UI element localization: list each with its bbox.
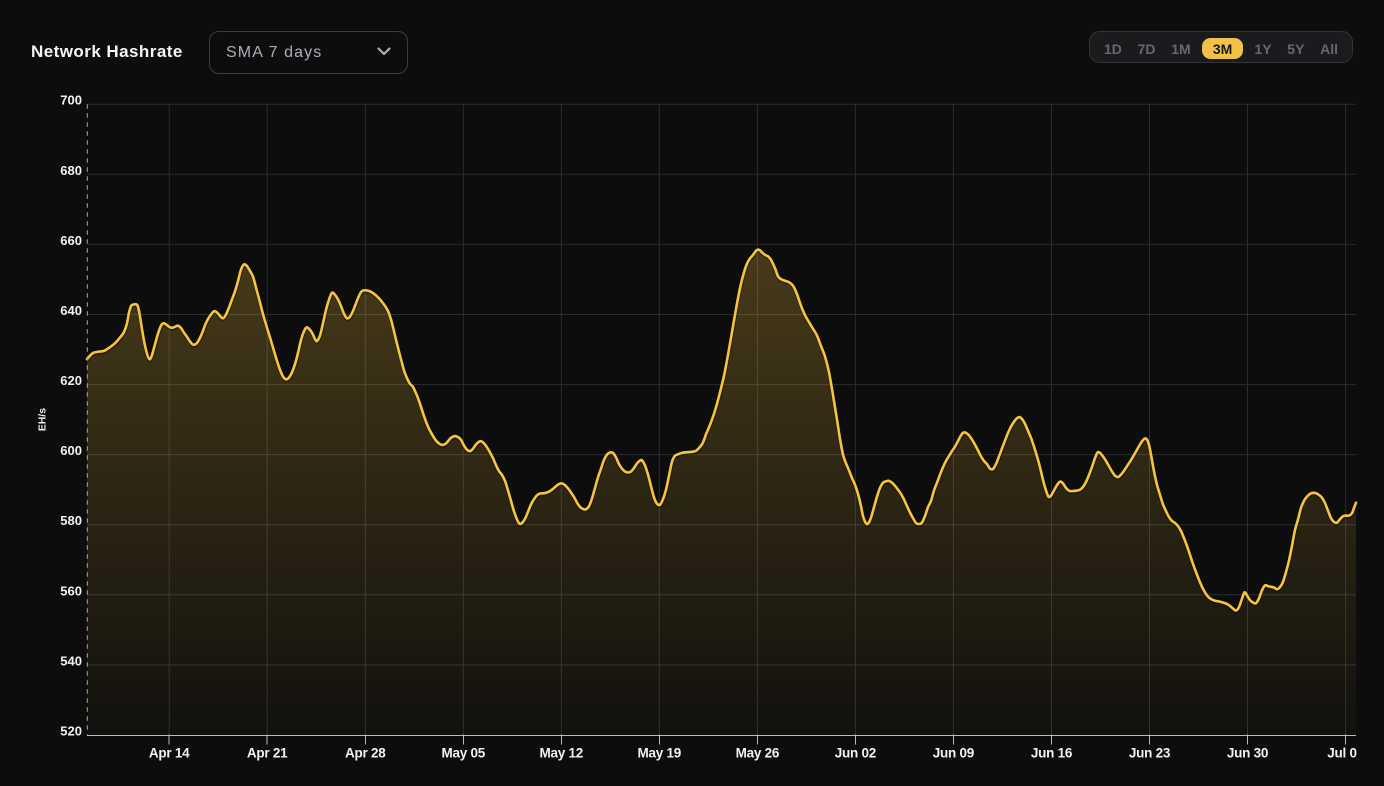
svg-text:Apr 21: Apr 21 xyxy=(247,746,288,761)
svg-text:Jun 09: Jun 09 xyxy=(933,746,974,761)
svg-text:Apr 14: Apr 14 xyxy=(149,746,190,761)
svg-text:700: 700 xyxy=(60,93,82,108)
svg-text:680: 680 xyxy=(60,163,82,178)
svg-text:May 19: May 19 xyxy=(638,746,682,761)
svg-text:580: 580 xyxy=(60,513,82,528)
svg-text:Jun 16: Jun 16 xyxy=(1031,746,1073,761)
svg-text:600: 600 xyxy=(60,443,82,458)
svg-text:540: 540 xyxy=(60,653,82,668)
svg-text:Jul 07: Jul 07 xyxy=(1327,746,1364,761)
svg-text:520: 520 xyxy=(60,724,82,739)
svg-text:Jun 30: Jun 30 xyxy=(1227,746,1268,761)
svg-text:640: 640 xyxy=(60,303,82,318)
svg-text:660: 660 xyxy=(60,233,82,248)
svg-text:560: 560 xyxy=(60,583,82,598)
svg-text:Apr 28: Apr 28 xyxy=(345,746,386,761)
svg-text:620: 620 xyxy=(60,373,82,388)
svg-text:May 26: May 26 xyxy=(736,746,780,761)
svg-text:May 12: May 12 xyxy=(540,746,584,761)
svg-text:Jun 23: Jun 23 xyxy=(1129,746,1171,761)
svg-text:Jun 02: Jun 02 xyxy=(835,746,876,761)
svg-text:May 05: May 05 xyxy=(442,746,486,761)
svg-text:EH/s: EH/s xyxy=(37,408,49,432)
